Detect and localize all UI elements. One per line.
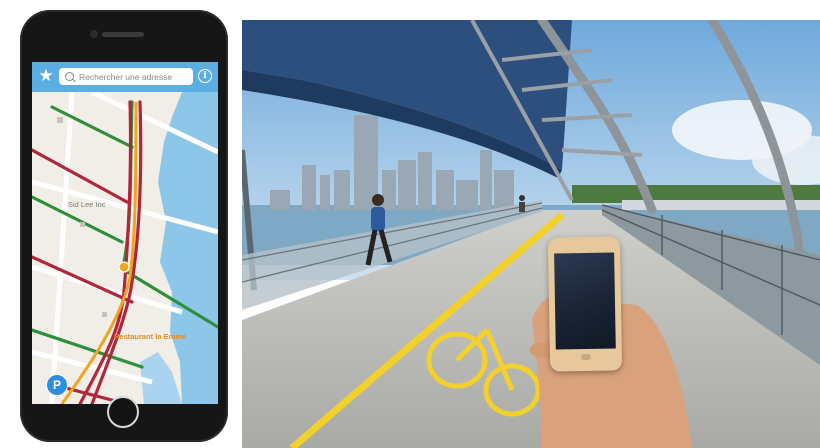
bridge-scene	[242, 20, 820, 448]
star-icon[interactable]: ★	[36, 66, 56, 86]
search-input[interactable]: Rechercher une adresse	[59, 68, 193, 85]
search-placeholder: Rechercher une adresse	[79, 71, 173, 82]
map-canvas[interactable]	[32, 62, 218, 404]
handheld-phone	[547, 236, 623, 372]
handheld-phone-screen	[554, 252, 616, 350]
phone-camera	[90, 30, 98, 38]
poi-label[interactable]: Restaurant la Emme	[114, 332, 186, 341]
bridge-photo	[242, 20, 820, 448]
phone-device: ★ Rechercher une adresse i Sid Lee Inc R…	[20, 10, 228, 442]
bus-marker	[118, 261, 130, 273]
home-button[interactable]	[107, 396, 139, 428]
search-icon	[65, 72, 74, 81]
info-icon[interactable]: i	[198, 69, 212, 83]
handheld-phone-button	[580, 353, 591, 361]
map-screen[interactable]: ★ Rechercher une adresse i Sid Lee Inc R…	[32, 62, 218, 404]
poi-label[interactable]: Sid Lee Inc	[68, 200, 106, 209]
phone-speaker	[102, 32, 144, 37]
map-header: ★ Rechercher une adresse i	[32, 62, 218, 92]
parking-icon[interactable]: P	[46, 374, 68, 396]
